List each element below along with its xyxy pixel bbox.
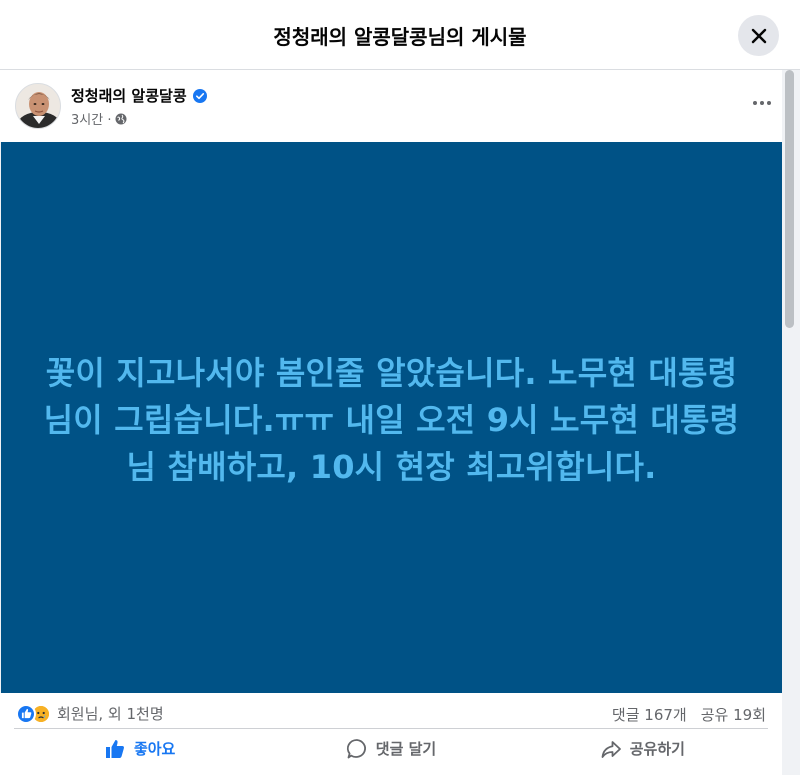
thumbs-up-icon [105,739,124,758]
author-name[interactable]: 정청래의 알콩달콩 [71,85,187,106]
like-reaction-icon [16,703,36,724]
post-actions: 좋아요 댓글 달기 공유하기 [14,728,768,768]
comment-label: 댓글 달기 [375,740,437,758]
close-icon [751,28,766,43]
post-text: 꽃이 지고나서야 봄인줄 알았습니다. 노무현 대통령 님이 그립습니다.ㅠㅠ … [43,354,740,486]
reactions-summary[interactable]: 회원님, 외 1천명 [16,703,164,724]
comment-bubble-icon [346,738,366,758]
share-label: 공유하기 [629,740,685,758]
share-arrow-icon [601,740,621,758]
globe-icon [115,113,127,124]
stats-row: 회원님, 외 1천명 댓글 167개 공유 19회 [0,694,782,732]
share-button[interactable]: 공유하기 [517,729,768,768]
share-count[interactable]: 공유 19회 [701,704,766,725]
author-row: 정청래의 알콩달콩 [71,85,207,106]
like-button[interactable]: 좋아요 [14,729,265,768]
close-button[interactable] [738,15,779,56]
modal-header: 정청래의 알콩달콩님의 게시물 [0,0,800,70]
reaction-count-text[interactable]: 회원님, 외 1천명 [57,703,164,724]
post-timestamp[interactable]: 3시간 · [71,109,111,128]
comment-button[interactable]: 댓글 달기 [265,729,516,768]
post-meta: 3시간 · [71,109,127,128]
author-avatar[interactable] [15,83,61,129]
more-options-button[interactable] [742,88,782,118]
post-header: 정청래의 알콩달콩 3시간 · [0,70,782,142]
more-dots-icon [752,101,773,105]
profile-photo [16,84,60,128]
comment-count[interactable]: 댓글 167개 [612,704,687,725]
post-image[interactable]: 꽃이 지고나서야 봄인줄 알았습니다. 노무현 대통령 님이 그립습니다.ㅠㅠ … [0,142,782,693]
like-label: 좋아요 [133,740,176,758]
modal-title: 정청래의 알콩달콩님의 게시물 [273,25,527,49]
scrollbar-thumb[interactable] [785,70,794,328]
engagement-stats: 댓글 167개 공유 19회 [612,704,766,725]
verified-badge-icon [192,88,207,103]
